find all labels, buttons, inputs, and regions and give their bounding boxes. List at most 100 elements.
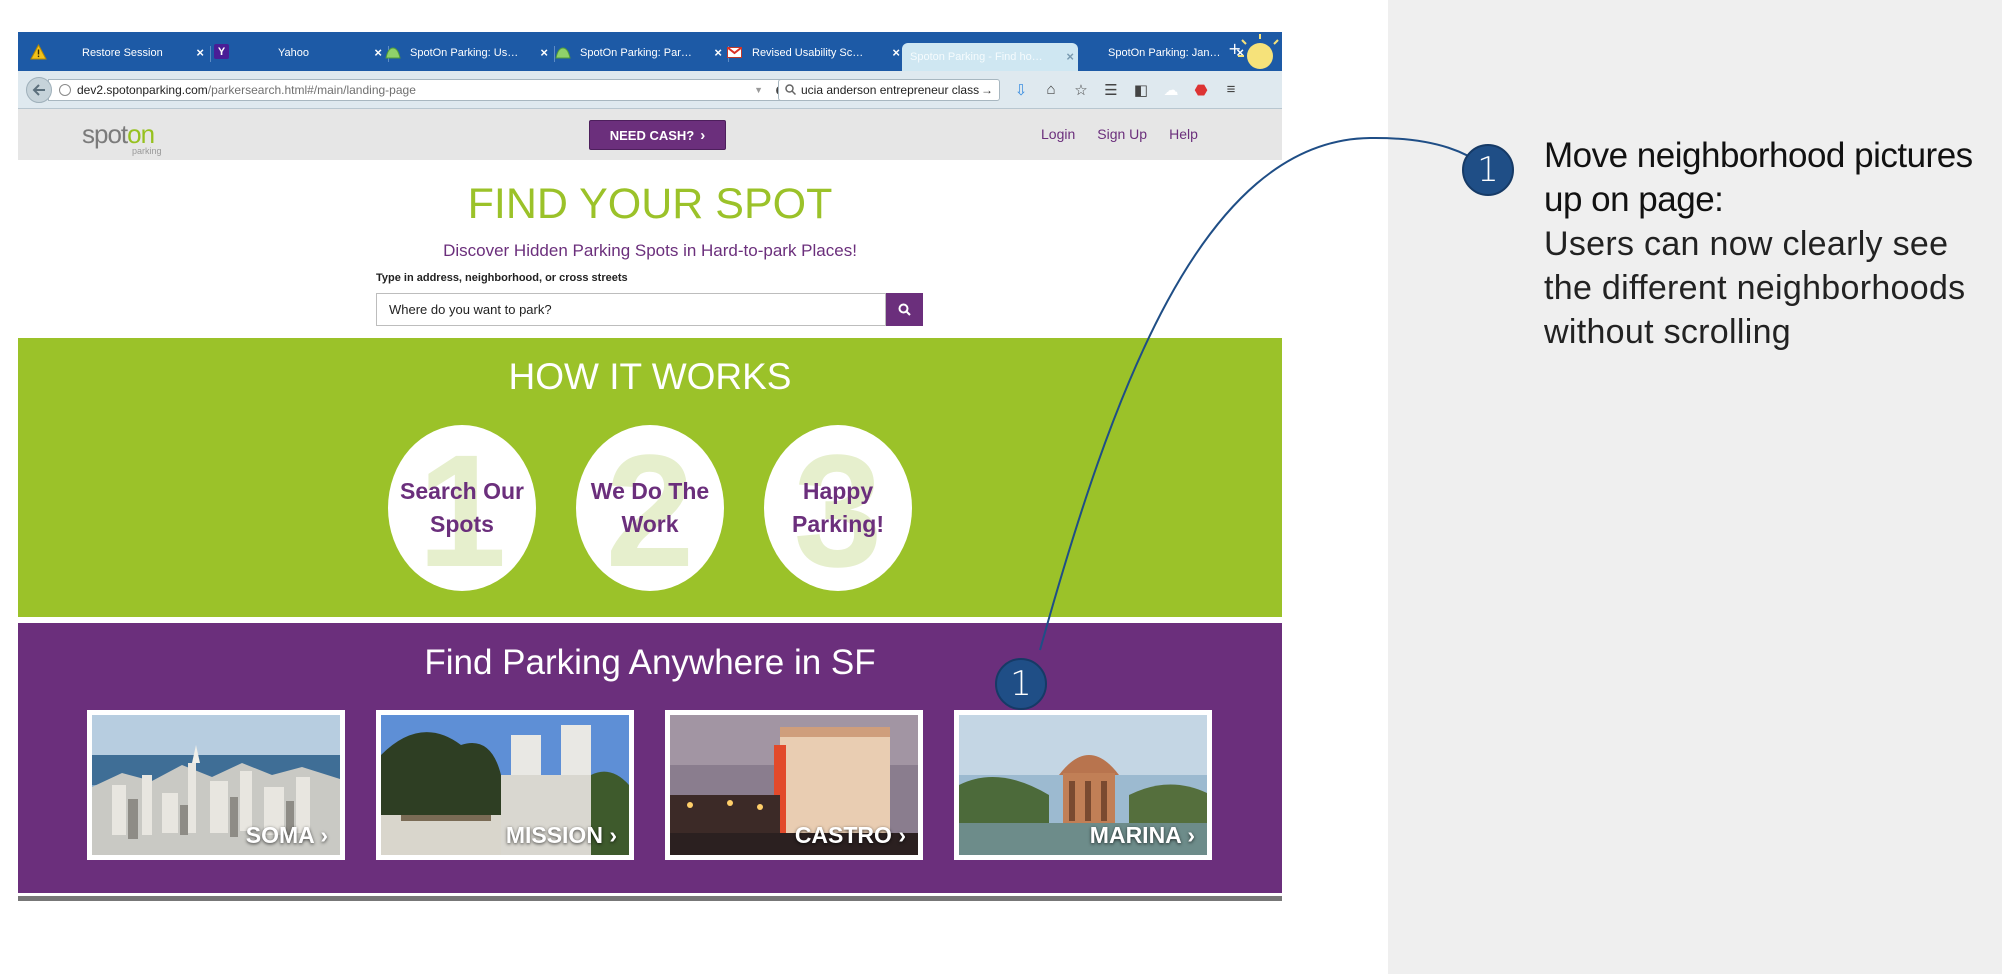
spoton-icon (384, 44, 401, 61)
neighborhood-name: MARINA (1089, 822, 1181, 848)
header-links: Login Sign Up Help (1041, 126, 1198, 142)
annotation-marker-on-screenshot: 1 (995, 658, 1047, 710)
step-label-line: Work (621, 511, 679, 537)
close-icon[interactable]: × (540, 45, 548, 60)
tab-label: SpotOn Parking: Us… (410, 47, 519, 59)
close-icon[interactable]: × (1066, 49, 1074, 64)
close-icon[interactable]: × (714, 45, 722, 60)
step-label: We Do The Work (591, 475, 709, 542)
globe-icon (59, 84, 71, 96)
logo-subtitle: parking (132, 146, 162, 156)
need-cash-button[interactable]: NEED CASH? › (589, 120, 726, 150)
go-arrow-icon[interactable]: → (981, 83, 993, 97)
browser-search-input[interactable]: ucia anderson entrepreneur class → (778, 79, 1000, 101)
mission-photo: MISSION › (381, 715, 629, 855)
extension-icon[interactable]: ◧ (1132, 81, 1150, 99)
browser-window: Restore Session × Y Yahoo × SpotOn Parki… (18, 32, 1282, 902)
how-it-works-section: HOW IT WORKS 1 Search Our Spots 2 We Do … (18, 338, 1282, 617)
tab-bar: Restore Session × Y Yahoo × SpotOn Parki… (18, 32, 1282, 71)
step-label: Search Our Spots (400, 475, 524, 542)
site-header: spoton parking NEED CASH? › Login Sign U… (18, 109, 1282, 160)
back-button[interactable] (26, 77, 52, 103)
adblock-icon[interactable]: ⬣ (1192, 81, 1210, 99)
tab-label: Spoton Parking - Find ho… (910, 51, 1043, 63)
close-icon[interactable]: × (374, 45, 382, 60)
neighborhoods-section: Find Parking Anywhere in SF SOMA › MISSI… (18, 623, 1282, 893)
signup-link[interactable]: Sign Up (1097, 126, 1147, 142)
close-icon[interactable]: × (196, 45, 204, 60)
step-search-our-spots: 1 Search Our Spots (388, 425, 536, 591)
neighborhood-card-castro[interactable]: CASTRO › (665, 710, 923, 860)
need-cash-label: NEED CASH? (609, 127, 695, 143)
tab-spoton-par[interactable]: SpotOn Parking: Par… × (554, 39, 726, 67)
download-icon[interactable]: ⇩ (1012, 81, 1030, 99)
close-icon[interactable]: × (892, 45, 900, 60)
park-search-input[interactable]: Where do you want to park? (376, 293, 886, 326)
step-label-line: Search Our (400, 477, 524, 504)
warning-icon (30, 44, 47, 61)
park-search-placeholder: Where do you want to park? (389, 302, 552, 317)
step-label-line: Parking! (791, 511, 885, 537)
step-we-do-the-work: 2 We Do The Work (576, 425, 724, 591)
neighborhood-label: MISSION › (505, 822, 617, 848)
neighborhood-card-soma[interactable]: SOMA › (87, 710, 345, 860)
tab-revised-usability[interactable]: Revised Usability Sc… × (726, 39, 904, 67)
spoton-icon (554, 44, 571, 61)
search-value: ucia anderson entrepreneur class (801, 83, 980, 97)
tab-label: Revised Usability Sc… (752, 47, 864, 59)
url-host: dev2.spotonparking.com (77, 83, 208, 97)
search-icon (785, 84, 797, 98)
theme-sun-icon: + (1228, 34, 1279, 69)
tab-restore-session[interactable]: Restore Session × (30, 39, 208, 67)
step-label-line: Spots (430, 511, 494, 537)
navigation-bar: dev2.spotonparking.com /parkersearch.htm… (18, 71, 1282, 109)
park-search-button[interactable] (886, 293, 923, 326)
neighborhood-label: SOMA › (245, 822, 328, 848)
bookmark-star-icon[interactable]: ☆ (1072, 81, 1090, 99)
neighborhood-label: CASTRO › (794, 822, 906, 848)
logo-on-text: on (127, 119, 155, 149)
neighborhoods-title: Find Parking Anywhere in SF (424, 643, 876, 682)
neighborhood-card-marina[interactable]: MARINA › (954, 710, 1212, 860)
yahoo-icon: Y (214, 44, 229, 59)
tab-label: Restore Session (82, 47, 163, 59)
hero-title: FIND YOUR SPOT (467, 180, 833, 228)
hero-subtitle: Discover Hidden Parking Spots in Hard-to… (443, 241, 857, 260)
tab-active-spoton-find[interactable]: Spoton Parking - Find ho… × (902, 43, 1078, 71)
logo-spot-text: spot (82, 119, 128, 149)
toolbar-icons: ⇩ ⌂ ☆ ☰ ◧ ☁ ⬣ ≡ (1012, 81, 1240, 99)
neighborhood-label: MARINA › (1089, 822, 1195, 848)
url-path: /parkersearch.html#/main/landing-page (207, 83, 416, 97)
marina-photo: MARINA › (959, 715, 1207, 855)
tab-label: SpotOn Parking: Par… (580, 47, 692, 59)
castro-photo: CASTRO › (670, 715, 918, 855)
cloud-icon[interactable]: ☁ (1162, 81, 1180, 99)
tab-yahoo[interactable]: Y Yahoo × (214, 39, 386, 67)
step-label: Happy Parking! (792, 475, 884, 542)
menu-icon[interactable]: ≡ (1222, 81, 1240, 99)
annotation-marker: 1 (1462, 144, 1514, 196)
chevron-right-icon: › (700, 126, 706, 144)
step-happy-parking: 3 Happy Parking! (764, 425, 912, 591)
chevron-down-icon[interactable]: ▼ (754, 85, 763, 95)
step-label-line: Happy (802, 477, 874, 504)
annotated-screenshot: Restore Session × Y Yahoo × SpotOn Parki… (0, 0, 2002, 974)
back-arrow-icon (32, 84, 45, 96)
home-icon[interactable]: ⌂ (1042, 81, 1060, 99)
neighborhood-card-mission[interactable]: MISSION › (376, 710, 634, 860)
reading-list-icon[interactable]: ☰ (1102, 81, 1120, 99)
page-bottom-divider (18, 896, 1282, 901)
url-bar[interactable]: dev2.spotonparking.com /parkersearch.htm… (48, 79, 794, 101)
search-icon (898, 303, 911, 316)
gmail-icon (726, 44, 743, 61)
login-link[interactable]: Login (1041, 126, 1075, 142)
how-it-works-title: HOW IT WORKS (508, 356, 792, 397)
neighborhood-name: CASTRO (794, 822, 892, 848)
annotation-body: Users can now clearly see the different … (1544, 225, 1966, 351)
soma-photo: SOMA › (92, 715, 340, 855)
new-tab-icon[interactable]: + (1228, 39, 1241, 58)
search-label: Type in address, neighborhood, or cross … (376, 272, 628, 284)
help-link[interactable]: Help (1169, 126, 1198, 142)
neighborhood-name: MISSION (505, 822, 603, 848)
tab-spoton-us[interactable]: SpotOn Parking: Us… × (384, 39, 552, 67)
